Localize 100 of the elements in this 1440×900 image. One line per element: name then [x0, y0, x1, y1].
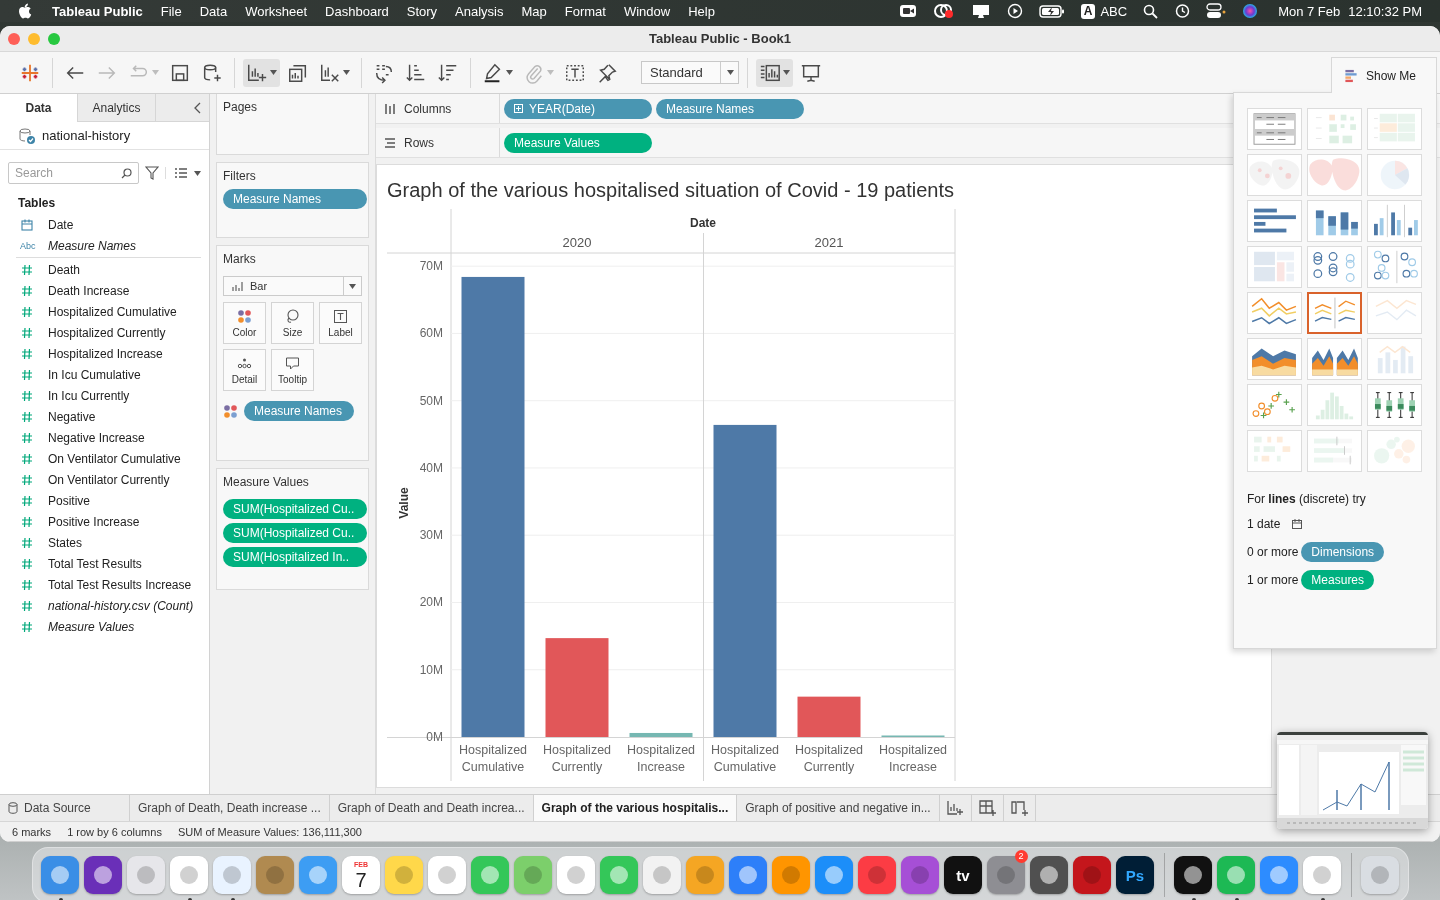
- app-menu[interactable]: Tableau Public: [32, 3, 152, 19]
- battery-icon[interactable]: [1038, 4, 1065, 18]
- show-cards-button[interactable]: [756, 58, 793, 87]
- chart-type-button[interactable]: [1307, 292, 1362, 334]
- filter-icon[interactable]: [145, 166, 159, 180]
- caret-icon: [270, 70, 277, 75]
- mark-card-button[interactable]: Tooltip: [271, 349, 314, 391]
- bar[interactable]: [545, 638, 609, 737]
- sheet-tab[interactable]: Graph of Death, Death increase ...: [130, 795, 330, 821]
- field-item[interactable]: Positive: [48, 493, 91, 508]
- hash-icon: [20, 472, 34, 487]
- menu-item[interactable]: File: [151, 3, 191, 19]
- mark-card-button[interactable]: Detail: [223, 349, 266, 391]
- shelf-label: Columns: [404, 101, 452, 116]
- datasource-name[interactable]: national-history: [42, 128, 131, 143]
- menu-item[interactable]: Data: [190, 3, 237, 19]
- search-icon: [121, 168, 132, 179]
- menu-item[interactable]: Story: [397, 3, 447, 19]
- pane-tab[interactable]: Analytics: [78, 94, 156, 121]
- hash-icon: [20, 556, 34, 571]
- field-item[interactable]: On Ventilator Cumulative: [48, 451, 181, 466]
- toggle-switch-icon[interactable]: [1206, 3, 1227, 19]
- field-item[interactable]: Total Test Results: [48, 556, 142, 571]
- field-item[interactable]: Negative Increase: [48, 430, 145, 445]
- new-worksheet-button[interactable]: [243, 58, 280, 87]
- database-icon: [8, 802, 18, 814]
- mark-card-button[interactable]: Color: [223, 302, 266, 344]
- menu-item[interactable]: Help: [679, 3, 724, 19]
- orb-icon[interactable]: [1242, 3, 1259, 19]
- menu-item[interactable]: Window: [614, 3, 680, 19]
- search-icon[interactable]: [1143, 3, 1159, 19]
- zoom-button[interactable]: [48, 32, 60, 45]
- caret-icon: [727, 70, 734, 75]
- search-field[interactable]: Search: [8, 162, 139, 184]
- cloud-sync-icon[interactable]: [932, 3, 955, 19]
- mark-type-dropdown[interactable]: Bar: [223, 276, 362, 296]
- clock-icon[interactable]: [1174, 3, 1191, 19]
- field-item[interactable]: Hospitalized Increase: [48, 346, 163, 361]
- pane-tab[interactable]: Data: [0, 94, 78, 122]
- menu-item[interactable]: Format: [555, 3, 615, 19]
- field-item[interactable]: Positive Increase: [48, 514, 140, 529]
- sheet-tab[interactable]: Graph of positive and negative in...: [737, 795, 940, 821]
- data-source-tab[interactable]: Data Source: [0, 795, 130, 821]
- input-source-label[interactable]: ABC: [1100, 3, 1128, 19]
- menubar-date[interactable]: Mon 7 Feb: [1278, 3, 1341, 19]
- app-icon[interactable]: Ps: [1116, 856, 1154, 894]
- field-item[interactable]: Death Increase: [48, 283, 130, 298]
- caret-icon: [506, 70, 513, 75]
- mark-card-button[interactable]: Size: [271, 302, 314, 344]
- axis-tick-label: Hospitalized Currently: [542, 743, 612, 774]
- field-item[interactable]: In Icu Cumulative: [48, 367, 141, 382]
- app-icon[interactable]: [1030, 856, 1068, 894]
- field-item[interactable]: Measure Values: [48, 619, 135, 634]
- collapse-icon[interactable]: [193, 101, 201, 114]
- hash-icon: [20, 409, 34, 424]
- bar[interactable]: [713, 424, 777, 737]
- mark-card-button[interactable]: Label: [319, 302, 362, 344]
- bar[interactable]: [461, 276, 525, 737]
- field-item[interactable]: Hospitalized Currently: [48, 325, 166, 340]
- view-options-button[interactable]: [165, 167, 201, 179]
- fit-dropdown[interactable]: Standard: [641, 61, 739, 84]
- sheet-tab[interactable]: Graph of the various hospitalis...: [533, 795, 738, 821]
- requirement-text: 1 date: [1247, 517, 1281, 531]
- hash-icon: [20, 514, 34, 529]
- play-icon[interactable]: [1006, 3, 1023, 19]
- field-item[interactable]: Date: [48, 217, 74, 232]
- menu-item[interactable]: Analysis: [446, 3, 513, 19]
- close-button[interactable]: [8, 32, 20, 45]
- field-item[interactable]: On Ventilator Currently: [48, 472, 170, 487]
- axis-tick-label: Hospitalized Increase: [626, 743, 696, 774]
- field-item[interactable]: Death: [48, 262, 81, 277]
- shelf-label: Rows: [404, 135, 434, 150]
- axis-tick-label: 70M: [419, 259, 443, 274]
- app-icon[interactable]: tv: [944, 856, 982, 894]
- sheet-tab[interactable]: Graph of Death and Death increa...: [329, 795, 534, 821]
- menubar-clock[interactable]: 12:10:32 PM: [1348, 3, 1422, 19]
- axis-title: Date: [690, 216, 716, 230]
- bar[interactable]: [629, 732, 693, 737]
- display-icon[interactable]: [970, 3, 991, 19]
- menu-item[interactable]: Dashboard: [316, 3, 398, 19]
- requirement-text: 1 or more: [1247, 573, 1299, 587]
- show-me-button[interactable]: Show Me: [1331, 57, 1437, 93]
- app-icon[interactable]: [1073, 856, 1111, 894]
- field-item[interactable]: national-history.csv (Count): [48, 598, 194, 613]
- field-item[interactable]: Measure Names: [48, 238, 137, 253]
- bar[interactable]: [797, 696, 861, 737]
- field-item[interactable]: Total Test Results Increase: [48, 577, 192, 592]
- axis-tick-label: 0M: [426, 730, 443, 744]
- input-source-key[interactable]: A: [1080, 3, 1096, 19]
- field-item[interactable]: Negative: [48, 409, 96, 424]
- axis-tick-label: Hospitalized Cumulative: [710, 743, 780, 774]
- menu-item[interactable]: Map: [512, 3, 556, 19]
- video-camera-icon[interactable]: [898, 4, 917, 18]
- card-title: Marks: [223, 252, 257, 266]
- field-item[interactable]: Hospitalized Cumulative: [48, 304, 177, 319]
- menu-item[interactable]: Worksheet: [236, 3, 317, 19]
- bars-icon: [1344, 68, 1358, 83]
- field-item[interactable]: States: [48, 535, 83, 550]
- app-icon[interactable]: [1174, 856, 1212, 894]
- field-item[interactable]: In Icu Currently: [48, 388, 130, 403]
